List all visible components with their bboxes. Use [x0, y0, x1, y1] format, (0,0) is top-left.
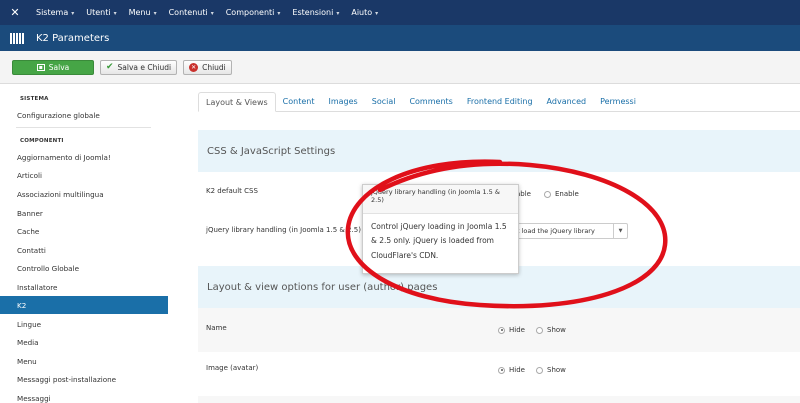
field-label-jquery: jQuery library handling (in Joomla 1.5 &…	[206, 226, 361, 234]
field-row-next	[198, 396, 800, 403]
tab-permessi[interactable]: Permessi	[593, 92, 643, 111]
topnav-contenuti[interactable]: Contenuti ▾	[163, 8, 220, 17]
chevron-down-icon: ▼	[613, 224, 627, 238]
tab-advanced[interactable]: Advanced	[540, 92, 594, 111]
sidebar-item-messaggi-post-installazione[interactable]: Messaggi post-installazione	[0, 370, 168, 388]
sidebar-heading-componenti: COMPONENTI	[20, 138, 64, 144]
close-circle-icon: ✕	[189, 62, 199, 72]
caret-down-icon: ▾	[113, 10, 117, 17]
close-button[interactable]: ✕ Chiudi	[183, 59, 232, 75]
jquery-tooltip: jQuery library handling (in Joomla 1.5 &…	[362, 184, 519, 274]
radio-name-hide[interactable]: Hide	[498, 326, 525, 334]
radio-label: Hide	[509, 366, 525, 374]
field-label-image: Image (avatar)	[206, 364, 259, 372]
page-title: K2 Parameters	[36, 32, 110, 44]
save-button-label: Salva	[48, 62, 70, 72]
radio-dot-icon	[498, 326, 505, 334]
sidebar-item-articoli[interactable]: Articoli	[0, 166, 168, 184]
field-label-name: Name	[206, 324, 227, 332]
sidebar-divider	[16, 127, 151, 128]
caret-down-icon: ▾	[153, 10, 157, 17]
topnav-label: Menu	[128, 8, 151, 17]
topnav-aiuto[interactable]: Aiuto ▾	[345, 8, 384, 17]
topnav-label: Estensioni	[292, 8, 334, 17]
caret-down-icon: ▾	[71, 10, 75, 17]
topnav-label: Contenuti	[168, 8, 208, 17]
sidebar-item-associazioni[interactable]: Associazioni multilingua	[0, 185, 168, 203]
topnav-label: Utenti	[86, 8, 111, 17]
tab-frontend-editing[interactable]: Frontend Editing	[460, 92, 540, 111]
joomla-logo-icon[interactable]: ✕	[0, 0, 30, 25]
topnav-estensioni[interactable]: Estensioni ▾	[286, 8, 345, 17]
save-close-button-label: Salva e Chiudi	[117, 62, 172, 72]
radio-k2-css-enable[interactable]: Enable	[544, 190, 579, 198]
tooltip-title: jQuery library handling (in Joomla 1.5 &…	[363, 185, 518, 214]
radio-image-show[interactable]: Show	[536, 366, 566, 374]
radio-image-hide[interactable]: Hide	[498, 366, 525, 374]
field-row-image: Image (avatar) Hide Show	[198, 352, 800, 396]
topnav-sistema[interactable]: Sistema ▾	[30, 8, 80, 17]
radio-label: Hide	[509, 326, 525, 334]
toolbar: ▪ Salva ✔ Salva e Chiudi ✕ Chiudi	[0, 51, 800, 84]
tab-layout-views[interactable]: Layout & Views	[198, 92, 276, 112]
tab-comments[interactable]: Comments	[402, 92, 459, 111]
sidebar-item-aggiornamento[interactable]: Aggiornamento di Joomla!	[0, 148, 168, 166]
radio-label: Show	[547, 326, 566, 334]
caret-down-icon: ▾	[336, 10, 340, 17]
tooltip-body: Control jQuery loading in Joomla 1.5 & 2…	[371, 222, 507, 260]
save-button[interactable]: ▪ Salva	[12, 59, 94, 75]
topnav-utenti[interactable]: Utenti ▾	[80, 8, 122, 17]
radio-label: Enable	[555, 190, 579, 198]
sidebar: SISTEMA Configurazione globale COMPONENT…	[0, 84, 168, 403]
radio-dot-icon	[498, 366, 505, 374]
sidebar-item-messaggi[interactable]: Messaggi	[0, 389, 168, 403]
sidebar-item-lingue[interactable]: Lingue	[0, 315, 168, 333]
radio-name-show[interactable]: Show	[536, 326, 566, 334]
sidebar-item-configurazione-globale[interactable]: Configurazione globale	[0, 106, 168, 124]
field-row-name: Name Hide Show	[198, 308, 800, 352]
sidebar-item-cache[interactable]: Cache	[0, 222, 168, 240]
caret-down-icon: ▾	[210, 10, 214, 17]
caret-down-icon: ▾	[277, 10, 281, 17]
topnav-componenti[interactable]: Componenti ▾	[220, 8, 287, 17]
settings-tabs: Layout & Views Content Images Social Com…	[198, 92, 800, 112]
section-heading-css-js: CSS & JavaScript Settings	[198, 130, 800, 172]
sidebar-item-media[interactable]: Media	[0, 333, 168, 351]
k2-grid-icon	[10, 32, 28, 44]
tab-social[interactable]: Social	[365, 92, 403, 111]
close-button-label: Chiudi	[202, 62, 226, 72]
top-nav: ✕ Sistema ▾ Utenti ▾ Menu ▾ Contenuti ▾ Comp…	[0, 0, 800, 25]
save-icon: ▪	[36, 63, 45, 71]
sidebar-item-installatore[interactable]: Installatore	[0, 278, 168, 296]
tab-content[interactable]: Content	[276, 92, 322, 111]
radio-dot-icon	[544, 190, 551, 198]
jquery-select[interactable]: ot load the jQuery library ▼	[508, 223, 628, 239]
radio-label: Show	[547, 366, 566, 374]
tab-images[interactable]: Images	[322, 92, 365, 111]
check-icon: ✔	[106, 62, 114, 72]
topnav-menu[interactable]: Menu ▾	[123, 8, 163, 17]
topnav-label: Aiuto	[351, 8, 373, 17]
topnav-label: Sistema	[36, 8, 69, 17]
jquery-select-value: ot load the jQuery library	[513, 227, 595, 235]
sidebar-item-controllo-globale[interactable]: Controllo Globale	[0, 259, 168, 277]
sidebar-item-contatti[interactable]: Contatti	[0, 241, 168, 259]
title-bar: K2 Parameters	[0, 25, 800, 51]
sidebar-item-menu[interactable]: Menu	[0, 352, 168, 370]
radio-dot-icon	[536, 366, 543, 374]
topnav-label: Componenti	[225, 8, 275, 17]
caret-down-icon: ▾	[375, 10, 379, 17]
field-label-k2-css: K2 default CSS	[206, 187, 258, 195]
sidebar-heading-sistema: SISTEMA	[20, 96, 49, 102]
radio-dot-icon	[536, 326, 543, 334]
save-close-button[interactable]: ✔ Salva e Chiudi	[100, 59, 178, 75]
sidebar-item-k2[interactable]: K2	[0, 296, 168, 314]
sidebar-item-banner[interactable]: Banner	[0, 204, 168, 222]
